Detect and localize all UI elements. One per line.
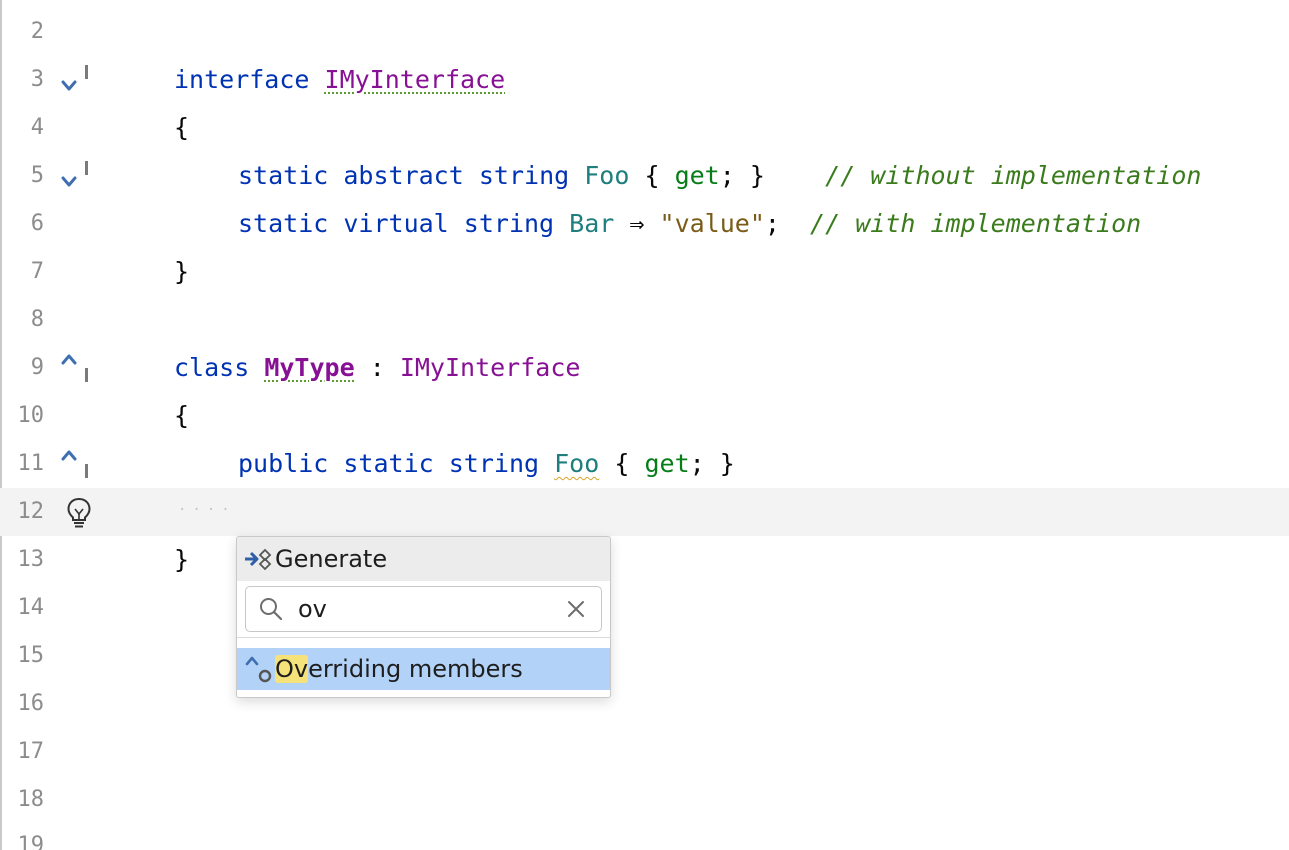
line-number: 14 <box>17 595 45 620</box>
search-icon <box>258 596 284 622</box>
popup-title: Generate <box>275 545 388 573</box>
code-line-4[interactable]: 4 { <box>0 104 1289 152</box>
line-number: 4 <box>30 115 44 140</box>
code-editor[interactable]: 2 3 interface IMyInterface 4 { 5 static … <box>0 0 1289 850</box>
popup-header: Generate <box>237 537 610 581</box>
search-input[interactable] <box>298 591 548 627</box>
line-number: 13 <box>17 547 45 572</box>
implementing-up-arrow-icon[interactable] <box>56 446 96 482</box>
code-line-12-current[interactable]: 12 ···· <box>0 488 1289 536</box>
code-line-8[interactable]: 8 <box>0 296 1289 344</box>
code-line-14[interactable]: 14 <box>0 584 1289 632</box>
code-text: static abstract string Foo { get; } // w… <box>238 161 1202 190</box>
implemented-down-arrow-icon[interactable] <box>56 62 96 98</box>
line-number: 6 <box>30 211 44 236</box>
whitespace-marker: ···· <box>178 502 236 518</box>
code-line-11[interactable]: 11 public static string Foo { get; } <box>0 440 1289 488</box>
line-number: 17 <box>17 739 45 764</box>
code-text: interface IMyInterface <box>174 65 506 94</box>
line-number: 2 <box>30 19 44 44</box>
line-number: 15 <box>17 643 45 668</box>
code-line-10[interactable]: 10 { <box>0 392 1289 440</box>
clear-icon[interactable] <box>566 599 586 619</box>
line-number: 5 <box>30 163 44 188</box>
line-number: 7 <box>30 259 44 284</box>
code-text: static virtual string Bar ⇒ "value"; // … <box>238 209 1142 238</box>
line-number: 8 <box>30 307 44 332</box>
code-line-6[interactable]: 6 static virtual string Bar ⇒ "value"; /… <box>0 200 1289 248</box>
search-box[interactable] <box>245 586 602 632</box>
line-number: 16 <box>17 691 45 716</box>
result-label-rest: erriding members <box>308 655 523 683</box>
code-line-13[interactable]: 13 } <box>0 536 1289 584</box>
generate-popup[interactable]: Generate Overriding members <box>236 536 611 698</box>
generate-icon <box>243 547 273 571</box>
lightbulb-icon[interactable] <box>64 496 104 532</box>
line-number: 19 <box>17 833 45 850</box>
code-line-2[interactable]: 2 <box>0 8 1289 56</box>
code-text: } <box>174 257 190 286</box>
implementing-up-arrow-icon[interactable] <box>56 350 96 386</box>
code-line-7[interactable]: 7 } <box>0 248 1289 296</box>
line-number: 9 <box>30 355 44 380</box>
line-number: 3 <box>30 67 44 92</box>
code-text: { <box>174 113 190 142</box>
match-highlight: Ov <box>275 655 309 683</box>
popup-divider <box>237 637 610 638</box>
code-line-19[interactable]: 19 <box>0 822 1289 850</box>
code-text: class MyType : IMyInterface <box>174 353 581 382</box>
code-line-16[interactable]: 16 <box>0 680 1289 728</box>
line-number: 12 <box>17 499 45 524</box>
override-members-icon <box>243 652 275 686</box>
code-line-9[interactable]: 9 class MyType : IMyInterface <box>0 344 1289 392</box>
line-number: 18 <box>17 787 45 812</box>
code-line-17[interactable]: 17 <box>0 728 1289 776</box>
code-text: public static string Foo { get; } <box>238 449 735 478</box>
code-line-15[interactable]: 15 <box>0 632 1289 680</box>
code-line-18[interactable]: 18 <box>0 776 1289 824</box>
line-number: 10 <box>17 403 45 428</box>
result-item-overriding-members[interactable]: Overriding members <box>237 648 610 690</box>
code-line-3[interactable]: 3 interface IMyInterface <box>0 56 1289 104</box>
code-text: { <box>174 401 190 430</box>
implemented-down-arrow-icon[interactable] <box>56 158 96 194</box>
line-number: 11 <box>17 451 45 476</box>
code-line-5[interactable]: 5 static abstract string Foo { get; } //… <box>0 152 1289 200</box>
result-label: Overriding members <box>275 655 523 683</box>
code-text: } <box>174 545 190 574</box>
